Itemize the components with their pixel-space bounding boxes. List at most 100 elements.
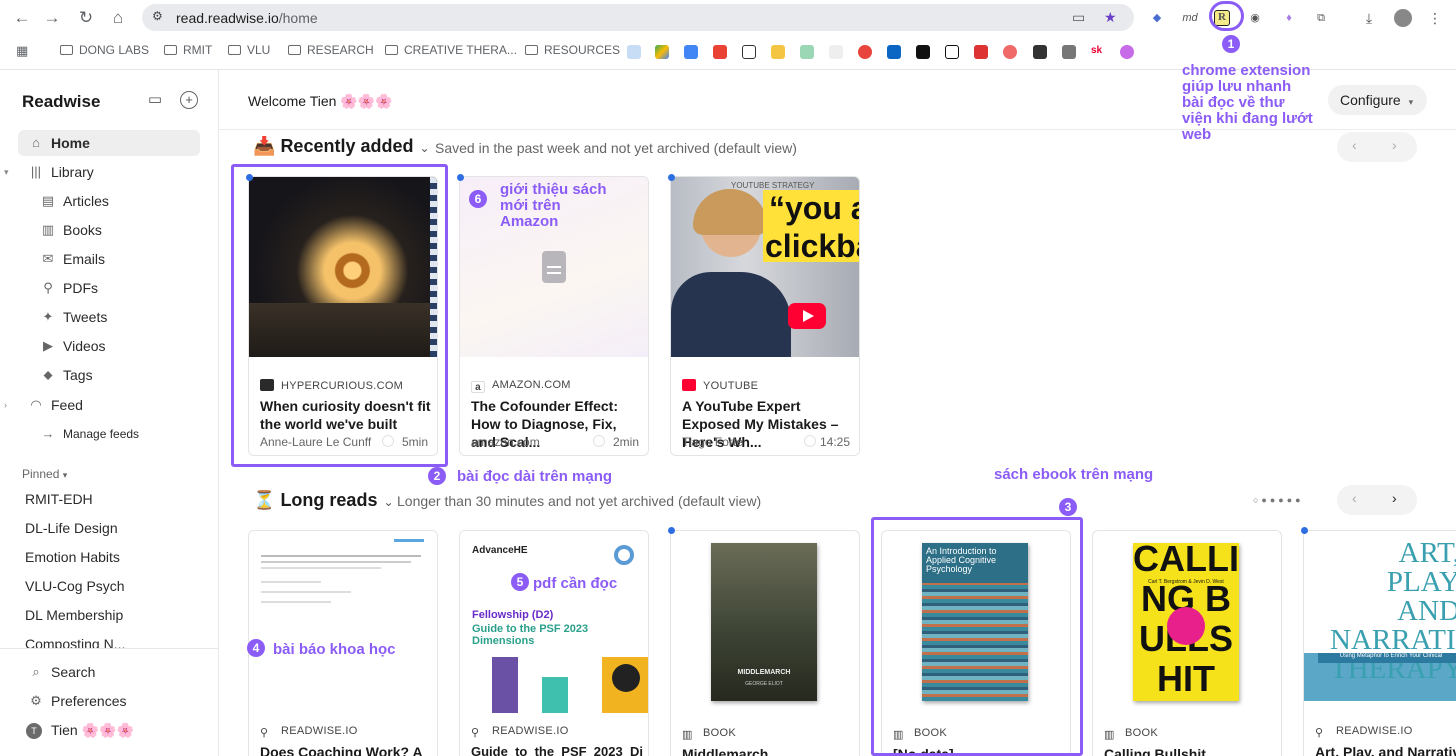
next-icon[interactable]: › <box>1392 137 1397 153</box>
card-thumbnail: CALLING BULLSHIT Carl T. Bergstrom & Jev… <box>1093 531 1281 713</box>
bookmark-favicon[interactable] <box>829 45 843 59</box>
extension-md-icon[interactable]: md <box>1181 9 1199 27</box>
bookmark-folder[interactable]: DONG LABS <box>60 43 149 57</box>
extension-shield-icon[interactable]: ◆ <box>1148 9 1166 27</box>
sidebar-item-videos[interactable]: ▶ Videos <box>30 333 200 359</box>
bookmark-favicon[interactable] <box>627 45 641 59</box>
bookmark-folder[interactable]: VLU <box>228 43 270 57</box>
pencil-icon[interactable] <box>771 45 785 59</box>
annotation-highlight <box>1209 1 1244 31</box>
pinned-item[interactable]: DL-Life Design <box>25 520 118 536</box>
unread-dot <box>668 174 675 181</box>
cover-splat <box>1167 607 1205 645</box>
bookmark-favicon[interactable] <box>974 45 988 59</box>
bookmark-star-icon[interactable]: ★ <box>1104 9 1117 26</box>
gmail-icon[interactable] <box>713 45 727 59</box>
bookmark-favicon[interactable]: sk <box>1091 45 1105 59</box>
pinned-item[interactable]: RMIT-EDH <box>25 491 93 507</box>
book-icon: ▥ <box>682 729 693 741</box>
calendar-icon[interactable] <box>684 45 698 59</box>
bookmark-folder[interactable]: RMIT <box>164 43 212 57</box>
chevron-down-icon: ▾ <box>62 470 68 480</box>
home-browser-icon[interactable]: ⌂ <box>108 8 128 28</box>
menu-kebab-icon[interactable]: ⋮ <box>1426 9 1444 27</box>
pager: ‹ › <box>1337 485 1417 515</box>
address-bar[interactable]: ⚙ read.readwise.io/home ▭ ★ <box>142 4 1134 31</box>
long-reads-dropdown[interactable]: ⏳ Long reads ⌄ <box>253 490 394 511</box>
sidebar-item-home[interactable]: ⌂ Home <box>18 130 200 156</box>
profile-avatar-icon[interactable] <box>1394 9 1412 27</box>
x-icon[interactable] <box>916 45 930 59</box>
extension-drop-icon[interactable]: ♦ <box>1280 9 1298 27</box>
chevron-right-icon[interactable]: › <box>4 400 7 410</box>
chevron-down-icon: ⌄ <box>383 495 394 509</box>
drive-icon[interactable] <box>655 45 669 59</box>
bookmark-favicon[interactable] <box>1003 45 1017 59</box>
forward-icon[interactable]: → <box>42 8 62 28</box>
sidebar-item-books[interactable]: ▥ Books <box>30 217 200 243</box>
tag-icon: ⬥ <box>43 367 53 382</box>
bookmark-favicon[interactable] <box>1120 45 1134 59</box>
collapse-sidebar-icon[interactable]: ▭ <box>146 91 164 109</box>
book-card[interactable]: MIDDLEMARCH GEORGE ELIOT ▥ BOOK Middlemar… <box>670 530 860 756</box>
annotation-highlight <box>871 517 1083 756</box>
sidebar-item-tags[interactable]: ⬥ Tags <box>30 362 200 388</box>
tweet-icon: ✦ <box>42 309 54 324</box>
download-icon[interactable]: ⤓ <box>1360 9 1378 27</box>
prev-icon[interactable]: ‹ <box>1352 490 1357 506</box>
bookmark-favicon[interactable] <box>1062 45 1076 59</box>
document-card[interactable]: YOUTUBE STRATEGY “you a clickba YOUTUBE … <box>670 176 860 456</box>
sidebar-item-user[interactable]: Tien 🌸🌸🌸 <box>18 717 200 743</box>
sidebar-item-manage-feeds[interactable]: → Manage feeds <box>30 421 200 447</box>
sidebar-item-emails[interactable]: ✉ Emails <box>30 246 200 272</box>
sidebar-item-tweets[interactable]: ✦ Tweets <box>30 304 200 330</box>
next-icon[interactable]: › <box>1392 490 1397 506</box>
bookmark-favicon[interactable] <box>800 45 814 59</box>
linkedin-icon[interactable] <box>887 45 901 59</box>
bookmark-favicon[interactable] <box>858 45 872 59</box>
card-title: Calling Bullshit <box>1104 746 1206 756</box>
pdf-icon: ⚲ <box>471 727 480 739</box>
thumbnail-caption: YOUTUBE STRATEGY <box>731 181 815 190</box>
apps-grid-icon[interactable]: ▦ <box>16 43 28 59</box>
chevron-down-icon[interactable]: ▾ <box>4 167 9 178</box>
sidebar-item-pdfs[interactable]: ⚲ PDFs <box>30 275 200 301</box>
pinned-heading[interactable]: Pinned ▾ <box>22 467 67 481</box>
configure-button[interactable]: Configure ▾ <box>1328 85 1427 115</box>
recently-added-dropdown[interactable]: 📥 Recently added ⌄ <box>253 136 430 157</box>
add-icon[interactable]: + <box>180 91 198 109</box>
annotation-highlight <box>231 164 448 467</box>
pinned-item[interactable]: Emotion Habits <box>25 549 120 565</box>
amazon-icon: a <box>471 381 485 393</box>
annotation-note: pdf cần đọc <box>533 575 618 592</box>
sidebar-item-feed[interactable]: ◠ Feed <box>18 392 200 418</box>
pinned-item[interactable]: VLU-Cog Psych <box>25 578 125 594</box>
readwise-bookmark-icon[interactable] <box>742 45 756 59</box>
notion-icon[interactable] <box>945 45 959 59</box>
document-card[interactable]: AdvanceHE Fellowship (D2) Guide to the P… <box>459 530 649 756</box>
back-icon[interactable]: ← <box>12 8 32 28</box>
bookmark-folder[interactable]: RESOURCES <box>525 43 620 57</box>
extensions-puzzle-icon[interactable]: ⧉ <box>1312 9 1330 27</box>
extension-mask-icon[interactable]: ◉ <box>1246 9 1264 27</box>
reload-icon[interactable]: ↻ <box>76 8 96 28</box>
book-icon: ▥ <box>1104 729 1115 741</box>
prev-icon[interactable]: ‹ <box>1352 137 1357 153</box>
sidebar-item-preferences[interactable]: ⚙ Preferences <box>18 688 200 714</box>
sidebar-item-library[interactable]: ||| Library <box>18 159 200 185</box>
bookmark-favicon[interactable] <box>1033 45 1047 59</box>
thumbnail-shirt <box>671 272 791 357</box>
bookmark-folder[interactable]: RESEARCH <box>288 43 374 57</box>
book-card[interactable]: CALLING BULLSHIT Carl T. Bergstrom & Jev… <box>1092 530 1282 756</box>
install-app-icon[interactable]: ▭ <box>1072 9 1085 26</box>
site-settings-icon[interactable]: ⚙ <box>152 9 163 23</box>
document-card[interactable]: ART, PLAY AND NARRATIVE THERAPY Using Me… <box>1303 530 1456 756</box>
bookmark-folder[interactable]: CREATIVE THERA... <box>385 43 517 57</box>
sidebar-item-search[interactable]: ⌕ Search <box>18 659 200 685</box>
sidebar-item-articles[interactable]: ▤ Articles <box>30 188 200 214</box>
pinned-item[interactable]: DL Membership <box>25 607 123 623</box>
carousel-dots[interactable]: ○●●●●● <box>1253 495 1304 505</box>
chevron-down-icon: ⌄ <box>419 141 430 155</box>
progress-ring-icon <box>804 435 816 447</box>
youtube-play-icon <box>788 303 826 329</box>
